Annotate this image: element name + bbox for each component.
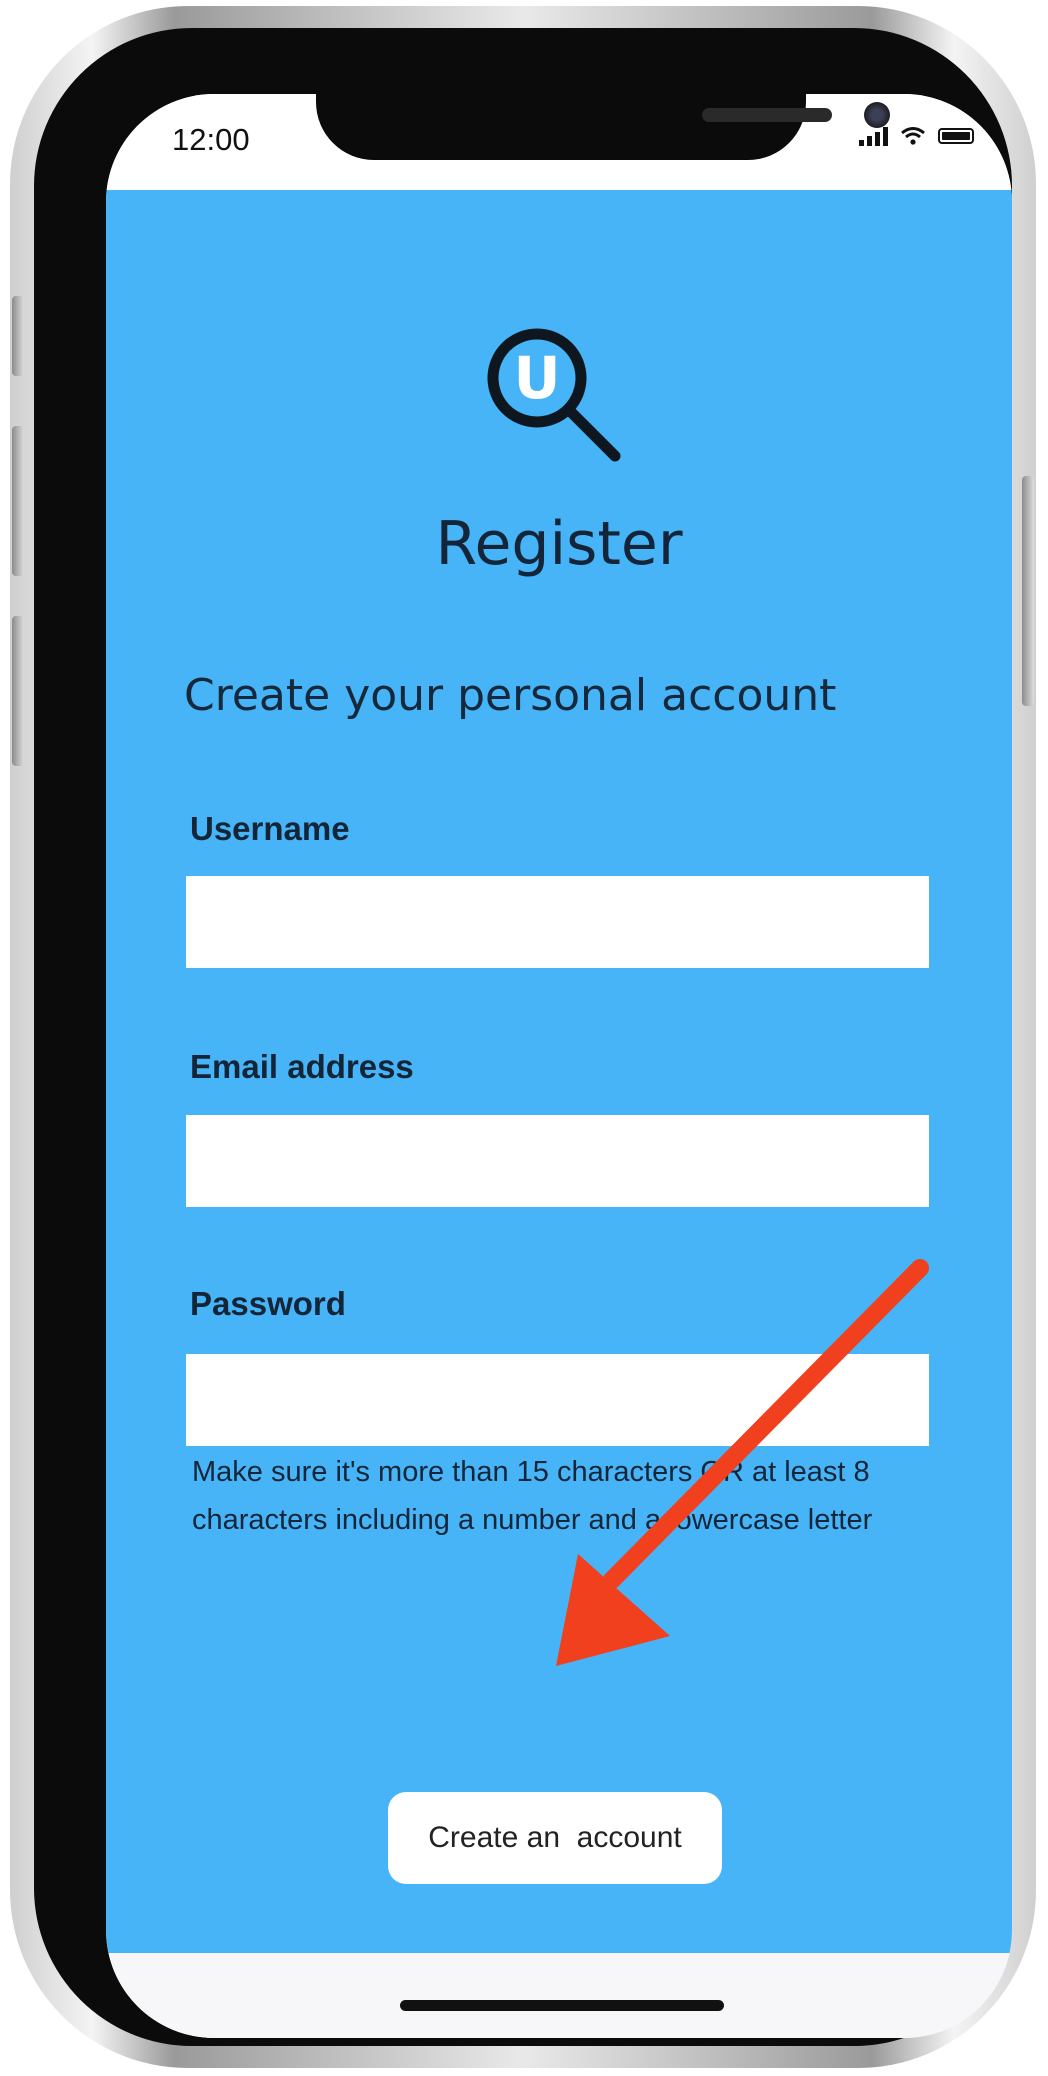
status-time: 12:00: [172, 122, 250, 157]
username-label: Username: [190, 810, 350, 847]
status-bar: 12:00: [106, 94, 1012, 190]
create-account-button[interactable]: Create an account: [388, 1792, 722, 1884]
register-screen: U Register Create your personal account …: [106, 190, 1012, 1953]
magnifier-logo-icon: U: [487, 328, 621, 462]
home-indicator[interactable]: [400, 2000, 724, 2011]
password-hint: Make sure it's more than 15 characters O…: [192, 1456, 873, 1536]
signal-icon: [859, 126, 888, 146]
email-field[interactable]: [186, 1115, 929, 1207]
phone-screen: 12:00 U Register Create your personal ac…: [106, 94, 1012, 2038]
front-camera: [864, 102, 890, 128]
volume-up-button: [12, 426, 24, 576]
notch: [316, 94, 890, 160]
page-subtitle: Create your personal account: [184, 670, 837, 721]
mute-switch: [12, 296, 24, 376]
volume-down-button: [12, 616, 24, 766]
password-label: Password: [190, 1285, 346, 1322]
wifi-icon: [901, 127, 925, 145]
status-icons: [859, 126, 974, 146]
page-title: Register: [435, 509, 683, 579]
battery-icon: [938, 128, 974, 144]
password-field[interactable]: [186, 1354, 929, 1446]
speaker: [702, 108, 832, 122]
username-field[interactable]: [186, 876, 929, 968]
bottom-safe-area: [106, 1953, 1012, 2038]
logo-letter: U: [513, 344, 560, 412]
phone-frame: 12:00 U Register Create your personal ac…: [10, 6, 1036, 2068]
email-label: Email address: [190, 1048, 414, 1085]
phone-bezel: 12:00 U Register Create your personal ac…: [34, 28, 1012, 2046]
power-button: [1022, 476, 1034, 706]
